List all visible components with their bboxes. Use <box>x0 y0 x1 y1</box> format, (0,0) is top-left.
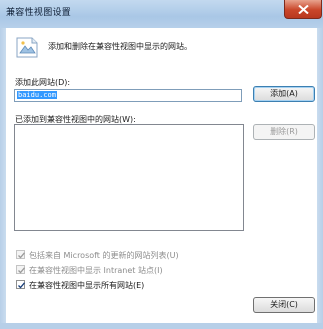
window-close-button[interactable] <box>284 0 322 19</box>
close-button[interactable]: 关闭(C) <box>253 297 315 313</box>
checkbox[interactable] <box>16 280 25 289</box>
checkbox[interactable] <box>16 250 25 259</box>
option-label: 在兼容性视图中显示 Intranet 站点(I) <box>29 266 163 275</box>
check-icon <box>18 282 25 289</box>
add-site-input[interactable]: baidu.com <box>14 89 242 102</box>
site-list[interactable] <box>14 124 244 231</box>
close-icon <box>298 5 309 14</box>
title-bar[interactable]: 兼容性视图设置 <box>0 0 323 29</box>
window-frame-right <box>317 28 323 329</box>
add-site-label: 添加此网站(D): <box>15 78 71 87</box>
remove-button[interactable]: 删除(R) <box>253 124 315 140</box>
window-frame-bottom <box>0 323 323 329</box>
add-site-input-value: baidu.com <box>17 91 57 99</box>
check-icon <box>18 267 25 274</box>
intro-text: 添加和删除在兼容性视图中显示的网站。 <box>48 42 192 51</box>
add-button[interactable]: 添加(A) <box>253 86 315 102</box>
option-label: 在兼容性视图中显示所有网站(E) <box>29 281 145 290</box>
check-icon <box>18 252 25 259</box>
option-label: 包括来自 Microsoft 的更新的网站列表(U) <box>29 251 179 260</box>
checkbox[interactable] <box>16 265 25 274</box>
window-title: 兼容性视图设置 <box>6 8 72 18</box>
compatibility-picture-icon <box>16 37 38 58</box>
